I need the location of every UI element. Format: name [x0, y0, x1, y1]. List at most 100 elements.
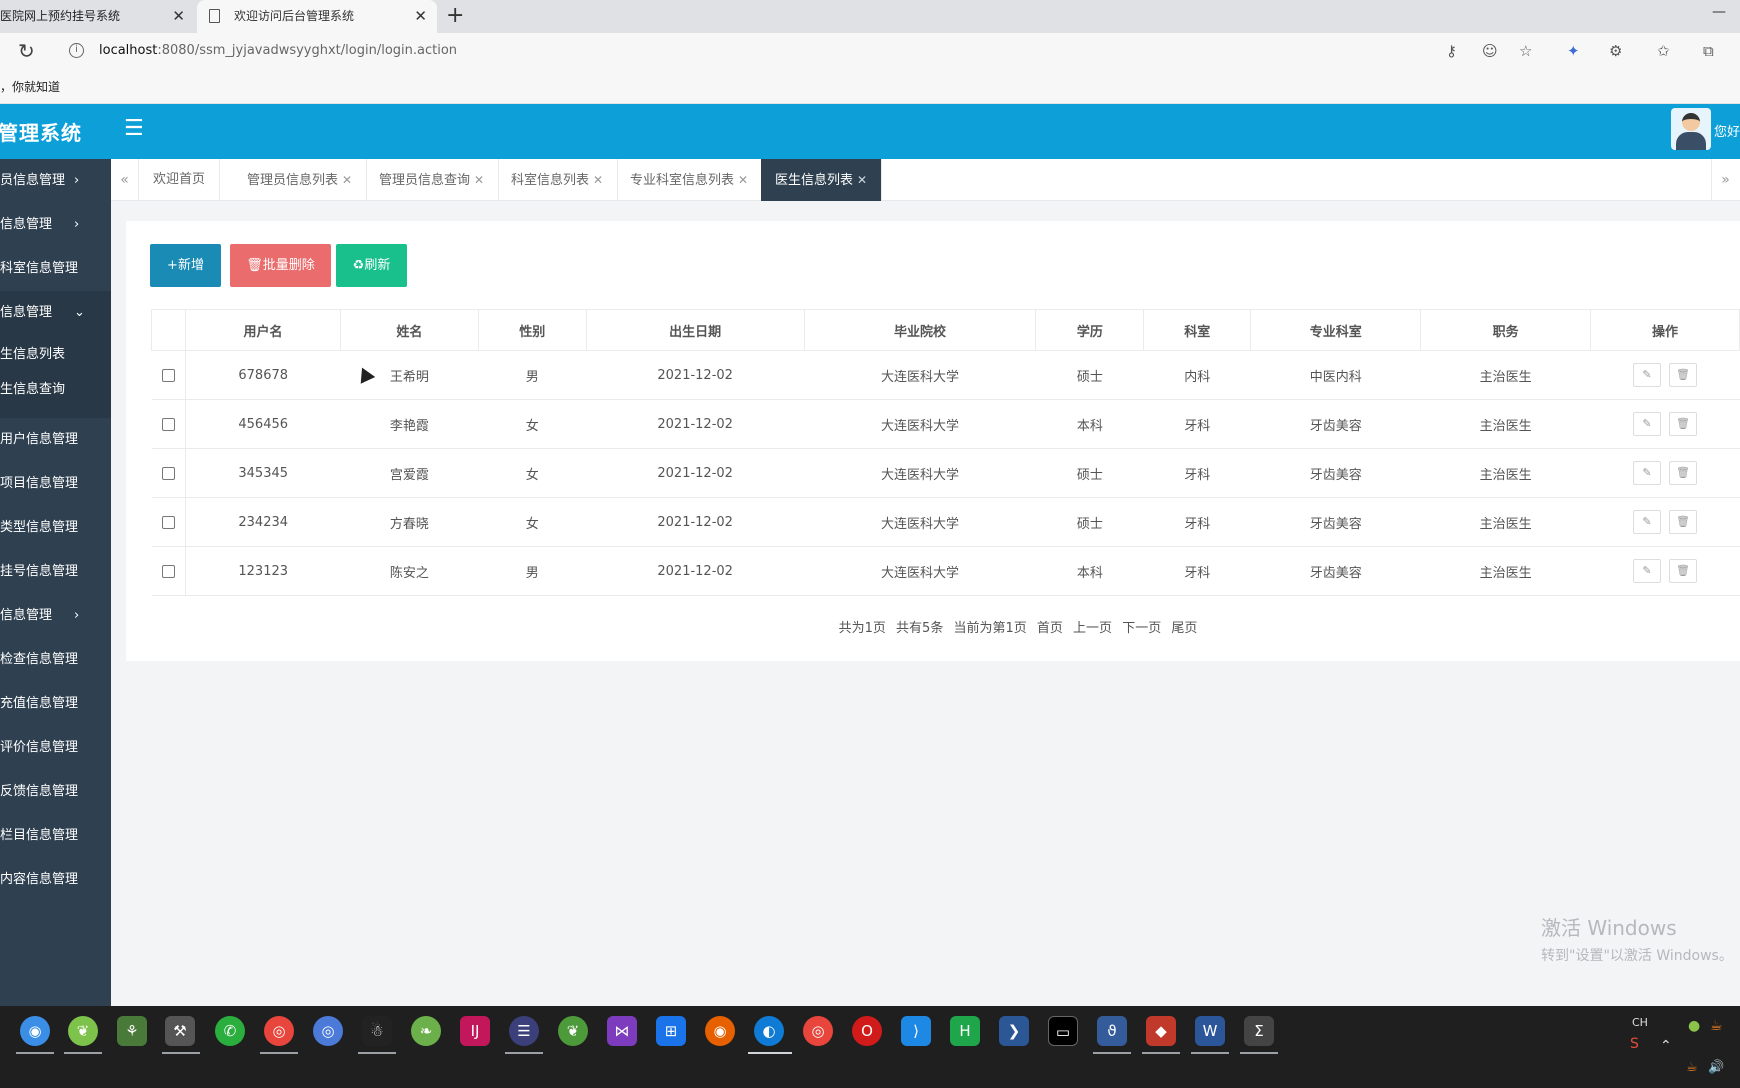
key-icon[interactable]: ⚷ [1446, 42, 1457, 60]
profile-icon[interactable]: ☺ [1482, 42, 1498, 60]
qq-app-icon[interactable]: ☃ [362, 1016, 392, 1046]
delete-icon[interactable]: 🗑 [1669, 559, 1697, 583]
sidebar-item[interactable]: 信息管理 › [0, 203, 111, 247]
eraser-app-icon[interactable]: ◆ [1146, 1016, 1176, 1046]
edge-app-icon[interactable]: ◐ [754, 1016, 784, 1046]
row-checkbox[interactable] [161, 368, 175, 382]
edit-icon[interactable]: ✎ [1633, 559, 1661, 583]
sidebar-item[interactable]: 员信息管理 › [0, 159, 111, 203]
row-checkbox[interactable] [161, 515, 175, 529]
close-icon[interactable]: ✕ [342, 173, 352, 187]
input-language[interactable]: CH [1632, 1016, 1648, 1029]
page-tab[interactable]: 专业科室信息列表 ✕ [616, 159, 764, 201]
tray-expand-icon[interactable]: ⌃ [1660, 1038, 1672, 1054]
row-checkbox[interactable] [161, 564, 175, 578]
eclipse-app-icon[interactable]: ☰ [509, 1016, 539, 1046]
browser2-app-icon[interactable]: ◎ [313, 1016, 343, 1046]
sidebar-item[interactable]: 类型信息管理 [0, 506, 111, 550]
sidebar-subitem[interactable]: 生信息查询 [0, 374, 111, 418]
powershell-app-icon[interactable]: ❯ [999, 1016, 1029, 1046]
batch-delete-button[interactable]: 🗑批量删除 [230, 244, 331, 287]
delete-icon[interactable]: 🗑 [1669, 412, 1697, 436]
row-checkbox[interactable] [161, 417, 175, 431]
last-page-link[interactable]: 尾页 [1171, 621, 1197, 636]
bookmark-item[interactable]: ，你就知道 [0, 78, 60, 95]
sidebar-item[interactable]: 内容信息管理 [0, 858, 111, 902]
browser-tab-1[interactable]: 医院网上预约挂号系统 ✕ [0, 0, 195, 33]
tools-app-icon[interactable]: ⚒ [165, 1016, 195, 1046]
add-button[interactable]: +新增 [150, 244, 221, 287]
puzzle-icon[interactable]: ⚙ [1609, 42, 1622, 60]
close-icon[interactable]: ✕ [738, 173, 748, 187]
collections-icon[interactable]: ⧉ [1703, 42, 1714, 60]
ide-app-icon[interactable]: IJ [460, 1016, 490, 1046]
delete-icon[interactable]: 🗑 [1669, 461, 1697, 485]
sidebar-item[interactable]: 科室信息管理 [0, 247, 111, 291]
close-icon[interactable]: ✕ [593, 173, 603, 187]
terminal-app-icon[interactable]: ▭ [1048, 1016, 1078, 1046]
java-icon[interactable]: ☕ [1686, 1060, 1698, 1075]
favorite-add-icon[interactable]: ☆ [1519, 42, 1532, 60]
spring-app-icon[interactable]: ❦ [68, 1016, 98, 1046]
page-tab[interactable]: 欢迎首页 [139, 159, 221, 201]
store-app-icon[interactable]: ⊞ [656, 1016, 686, 1046]
sidebar-item[interactable]: 信息管理 › [0, 594, 111, 638]
reload-icon[interactable]: ↻ [18, 39, 35, 63]
row-checkbox[interactable] [161, 466, 175, 480]
minimize-icon[interactable]: — [1712, 4, 1726, 20]
sidebar-item[interactable]: 评价信息管理 [0, 726, 111, 770]
close-icon[interactable]: ✕ [414, 0, 427, 33]
wechat-app-icon[interactable]: ✆ [215, 1016, 245, 1046]
chrome-app-icon[interactable]: ◎ [264, 1016, 294, 1046]
edit-icon[interactable]: ✎ [1633, 363, 1661, 387]
draw-app-icon[interactable]: ϑ [1097, 1016, 1127, 1046]
sidebar-subitem[interactable]: 生信息列表 [0, 335, 111, 374]
tool-app-icon[interactable]: ⚘ [117, 1016, 147, 1046]
page-tab[interactable]: 管理员信息列表 ✕ [233, 159, 368, 201]
menu-toggle-icon[interactable]: ☰ [124, 116, 144, 141]
next-page-link[interactable]: 下一页 [1122, 621, 1161, 636]
new-tab-button[interactable]: + [446, 0, 464, 33]
prev-page-link[interactable]: 上一页 [1073, 621, 1112, 636]
sidebar-item[interactable]: 反馈信息管理 [0, 770, 111, 814]
spring2-app-icon[interactable]: ❦ [558, 1016, 588, 1046]
chrome2-app-icon[interactable]: ◎ [803, 1016, 833, 1046]
close-icon[interactable]: ✕ [857, 173, 867, 187]
sidebar-item-expanded[interactable]: 信息管理 ⌄ [0, 291, 111, 335]
sogou-icon[interactable]: S [1630, 1036, 1639, 1052]
sidebar-item[interactable]: 充值信息管理 [0, 682, 111, 726]
word-app-icon[interactable]: W [1195, 1016, 1225, 1046]
sidebar-item[interactable]: 栏目信息管理 [0, 814, 111, 858]
page-tab[interactable]: 科室信息列表 ✕ [497, 159, 619, 201]
tabs-scroll-left-icon[interactable]: « [111, 159, 139, 201]
delete-icon[interactable]: 🗑 [1669, 510, 1697, 534]
edit-icon[interactable]: ✎ [1633, 412, 1661, 436]
sidebar-item[interactable]: 项目信息管理 [0, 462, 111, 506]
first-page-link[interactable]: 首页 [1037, 621, 1063, 636]
leaf-app-icon[interactable]: ❧ [411, 1016, 441, 1046]
browser-app-icon[interactable]: ◉ [20, 1016, 50, 1046]
delete-icon[interactable]: 🗑 [1669, 363, 1697, 387]
sidebar-item[interactable]: 挂号信息管理 [0, 550, 111, 594]
close-icon[interactable]: ✕ [474, 173, 484, 187]
extension-icon[interactable]: ✦ [1567, 42, 1580, 60]
avatar[interactable] [1671, 108, 1711, 150]
page-tab-active[interactable]: 医生信息列表 ✕ [761, 159, 883, 201]
hbuilder-app-icon[interactable]: H [950, 1016, 980, 1046]
tray-app-icon[interactable]: ● [1688, 1018, 1700, 1034]
edit-icon[interactable]: ✎ [1633, 461, 1661, 485]
refresh-button[interactable]: ♻刷新 [336, 244, 407, 287]
volume-icon[interactable]: 🔊 [1708, 1060, 1724, 1075]
vscode-app-icon[interactable]: ⟩ [901, 1016, 931, 1046]
close-icon[interactable]: ✕ [172, 0, 185, 33]
visual-studio-app-icon[interactable]: ⋈ [607, 1016, 637, 1046]
favorites-icon[interactable]: ✩ [1657, 42, 1670, 60]
browser-tab-2[interactable]: 欢迎访问后台管理系统 ✕ [197, 0, 437, 33]
site-info-icon[interactable]: i [69, 43, 84, 58]
url-field[interactable]: localhost:8080/ssm_jyjavadwsyyghxt/login… [99, 43, 457, 58]
sidebar-item[interactable]: 检查信息管理 [0, 638, 111, 682]
firefox-app-icon[interactable]: ◉ [705, 1016, 735, 1046]
editor-app-icon[interactable]: Σ [1244, 1016, 1274, 1046]
edit-icon[interactable]: ✎ [1633, 510, 1661, 534]
tabs-scroll-right-icon[interactable]: » [1711, 159, 1739, 201]
